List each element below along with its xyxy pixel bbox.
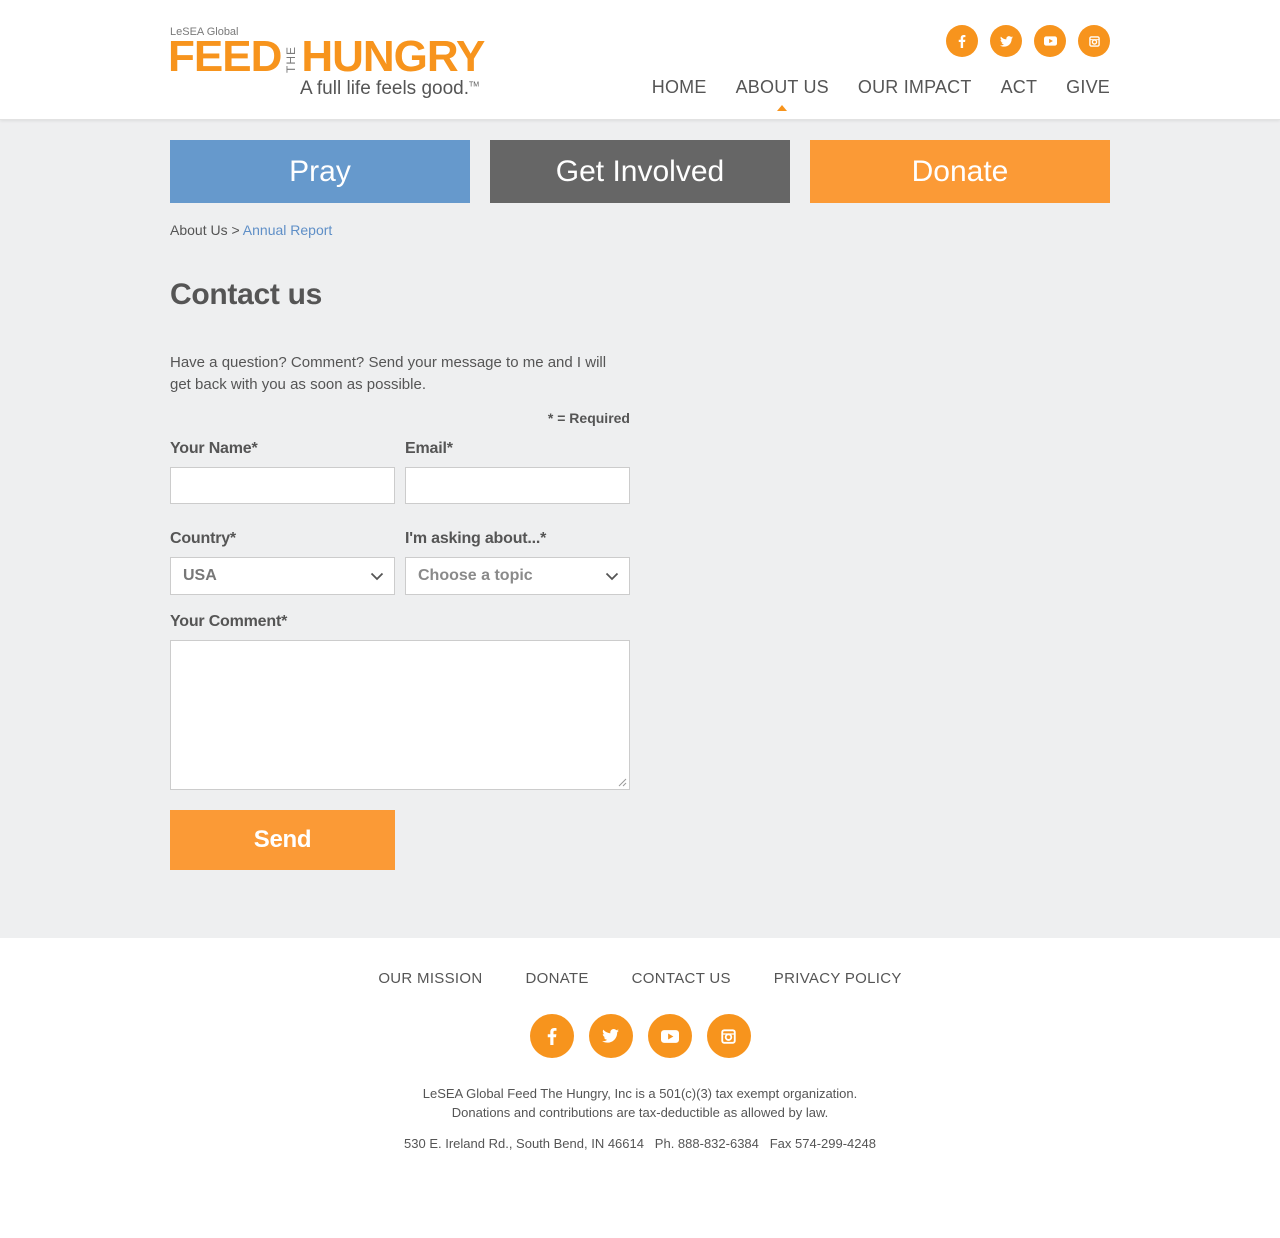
- email-label: Email*: [405, 440, 453, 457]
- name-input[interactable]: [170, 467, 395, 504]
- chevron-down-icon: [605, 572, 619, 581]
- facebook-icon[interactable]: [946, 25, 978, 57]
- logo-hungry: HUNGRY: [301, 32, 485, 81]
- footer-link-our-mission[interactable]: OUR MISSION: [378, 970, 482, 987]
- country-select[interactable]: USA: [170, 557, 395, 595]
- name-label: Your Name*: [170, 440, 258, 457]
- site-header: LeSEA Global FEED THEHUNGRY A full life f…: [0, 0, 1280, 120]
- cta-row: Pray Get Involved Donate: [170, 140, 1110, 203]
- instagram-icon[interactable]: [706, 1014, 751, 1058]
- site-logo[interactable]: LeSEA Global FEED THEHUNGRY A full life f…: [168, 26, 485, 104]
- logo-tagline-text: A full life feels good.: [300, 78, 469, 99]
- twitter-icon[interactable]: [990, 25, 1022, 57]
- address-text: 530 E. Ireland Rd., South Bend, IN 46614…: [404, 1136, 876, 1151]
- comment-label-wrap: Your Comment*: [170, 613, 630, 631]
- footer-nav: OUR MISSION DONATE CONTACT US PRIVACY PO…: [0, 970, 1280, 987]
- email-field: Email*: [405, 440, 630, 504]
- breadcrumb: About Us > Annual Report: [170, 222, 1110, 238]
- name-field: Your Name*: [170, 440, 395, 504]
- resize-handle-icon[interactable]: [617, 777, 627, 787]
- topic-label: I'm asking about...*: [405, 530, 547, 547]
- main-nav: HOME ABOUT US OUR IMPACT ACT GIVE: [623, 77, 1110, 111]
- send-button[interactable]: Send: [170, 810, 395, 870]
- country-topic-row: Country* USA I'm asking about...* Choose…: [170, 530, 630, 595]
- logo-the: THE: [284, 45, 299, 73]
- nav-home[interactable]: HOME: [652, 77, 707, 98]
- logo-tagline: A full life feels good.TM: [300, 78, 479, 100]
- logo-tm: TM: [469, 81, 480, 89]
- nav-act[interactable]: ACT: [1001, 77, 1038, 98]
- pray-button[interactable]: Pray: [170, 140, 470, 203]
- breadcrumb-parent[interactable]: About Us: [170, 222, 228, 238]
- nav-about-us[interactable]: ABOUT US: [736, 77, 829, 111]
- nav-our-impact[interactable]: OUR IMPACT: [858, 77, 972, 98]
- site-footer: OUR MISSION DONATE CONTACT US PRIVACY PO…: [0, 938, 1280, 1238]
- topic-field: I'm asking about...* Choose a topic: [405, 530, 630, 595]
- nav-give[interactable]: GIVE: [1066, 77, 1110, 98]
- footer-link-contact-us[interactable]: CONTACT US: [632, 970, 731, 987]
- breadcrumb-separator: >: [231, 222, 240, 238]
- comment-field: Your Comment*: [170, 613, 1110, 790]
- topic-select[interactable]: Choose a topic: [405, 557, 630, 595]
- comment-textarea[interactable]: [170, 640, 630, 790]
- email-input[interactable]: [405, 467, 630, 504]
- name-email-row: Your Name* Email*: [170, 440, 630, 504]
- breadcrumb-current[interactable]: Annual Report: [243, 222, 333, 238]
- footer-link-privacy-policy[interactable]: PRIVACY POLICY: [774, 970, 902, 987]
- country-field: Country* USA: [170, 530, 395, 595]
- logo-feed: FEED: [168, 32, 282, 81]
- legal-line-2: Donations and contributions are tax-dedu…: [451, 1105, 829, 1120]
- youtube-icon[interactable]: [1034, 25, 1066, 57]
- required-note: * = Required: [547, 410, 630, 426]
- donate-button[interactable]: Donate: [810, 140, 1110, 203]
- main-content: Pray Get Involved Donate About Us > Annu…: [0, 120, 1280, 938]
- facebook-icon[interactable]: [529, 1014, 574, 1058]
- country-value: USA: [183, 567, 217, 584]
- country-label: Country*: [170, 530, 236, 547]
- get-involved-button[interactable]: Get Involved: [490, 140, 790, 203]
- topic-value: Choose a topic: [418, 567, 533, 584]
- intro-text: Have a question? Comment? Send your mess…: [170, 354, 607, 393]
- logo-wordmark: FEED THEHUNGRY: [168, 32, 485, 81]
- legal-text: LeSEA Global Feed The Hungry, Inc is a 5…: [0, 1084, 1280, 1122]
- legal-line-1: LeSEA Global Feed The Hungry, Inc is a 5…: [422, 1086, 858, 1101]
- footer-link-donate[interactable]: DONATE: [525, 970, 588, 987]
- youtube-icon[interactable]: [647, 1014, 692, 1058]
- instagram-icon[interactable]: [1078, 25, 1110, 57]
- page-title: Contact us: [170, 278, 323, 311]
- comment-label: Your Comment*: [170, 613, 288, 630]
- twitter-icon[interactable]: [588, 1014, 633, 1058]
- footer-social-links: [0, 1014, 1280, 1058]
- header-social-links: [946, 25, 1110, 57]
- chevron-down-icon: [370, 572, 384, 581]
